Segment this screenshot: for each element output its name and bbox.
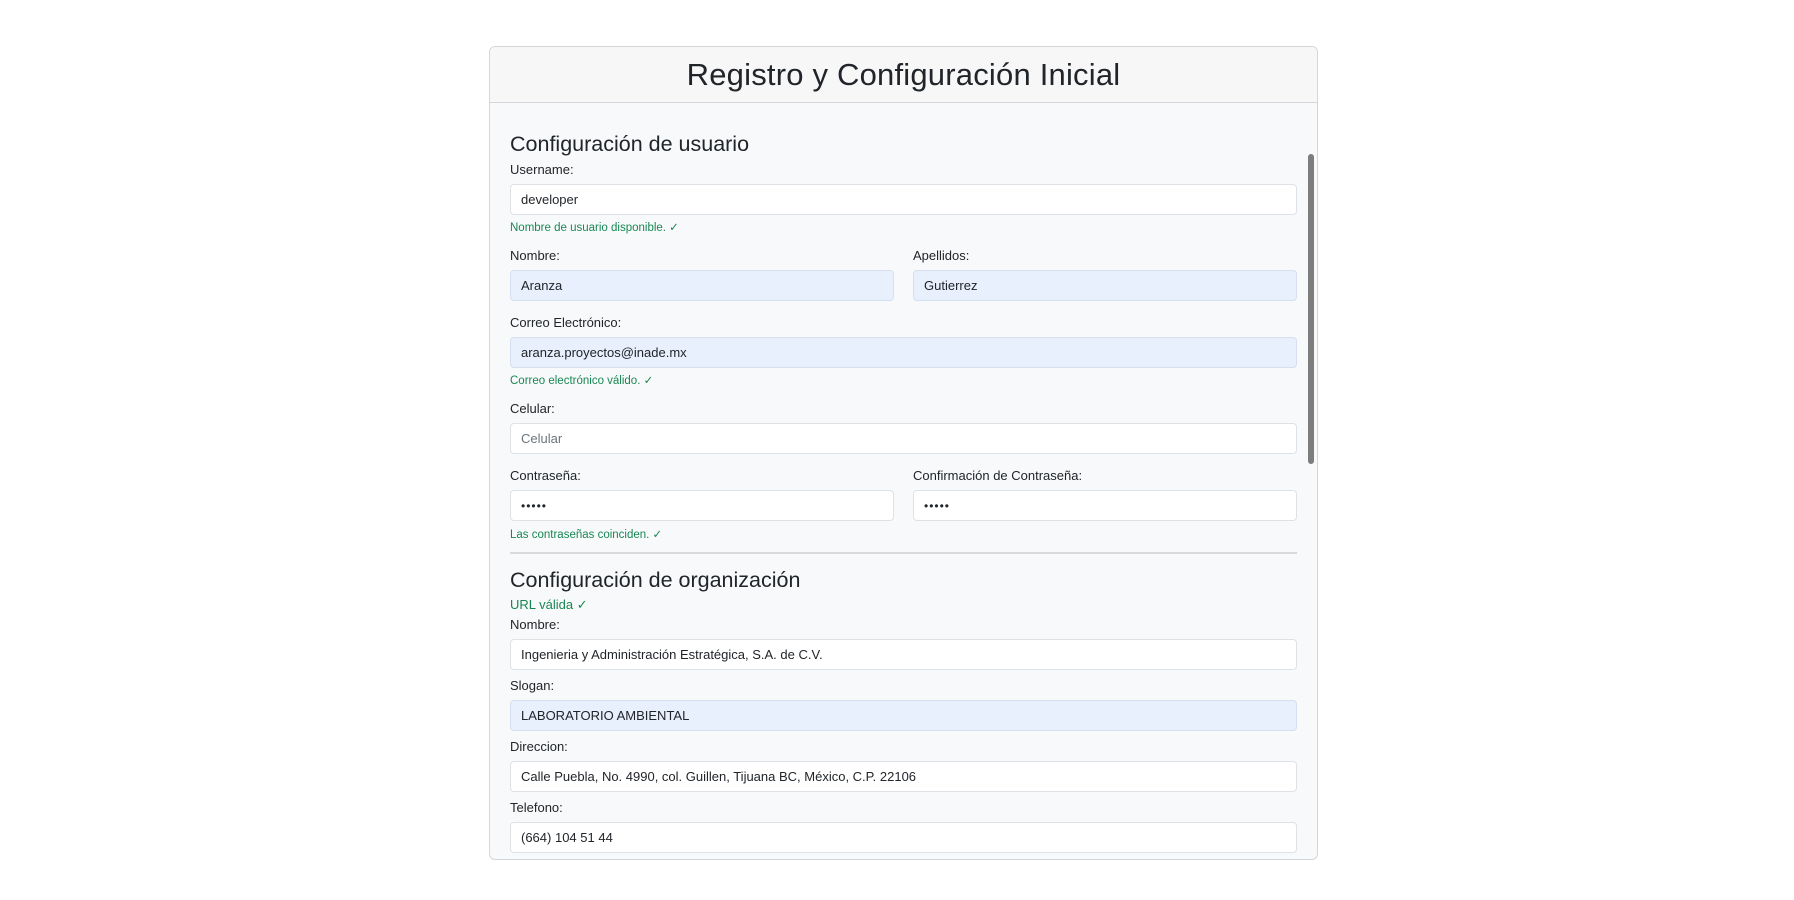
username-input[interactable]: developer — [510, 184, 1297, 215]
password-confirm-label: Confirmación de Contraseña: — [913, 468, 1083, 483]
user-section-title: Configuración de usuario — [510, 132, 750, 156]
password-feedback: Las contraseñas coinciden. ✓ — [510, 529, 663, 541]
last-name-input[interactable]: Gutierrez — [913, 270, 1297, 301]
slogan-label: Slogan: — [510, 678, 555, 693]
username-label: Username: — [510, 162, 574, 177]
password-label: Contraseña: — [510, 468, 581, 483]
phone-input[interactable]: Celular — [510, 423, 1297, 454]
first-name-label: Nombre: — [510, 248, 560, 263]
org-name-input[interactable]: Ingenieria y Administración Estratégica,… — [510, 639, 1297, 670]
page-title: Registro y Configuración Inicial — [686, 56, 1121, 92]
address-input[interactable]: Calle Puebla, No. 4990, col. Guillen, Ti… — [510, 761, 1297, 792]
email-input[interactable]: aranza.proyectos@inade.mx — [510, 337, 1297, 368]
scrollbar-thumb[interactable] — [1308, 154, 1314, 464]
registration-card: Registro y Configuración Inicial Configu… — [489, 46, 1318, 860]
telephone-input[interactable]: (664) 104 51 44 — [510, 822, 1297, 853]
telephone-label: Telefono: — [510, 800, 563, 815]
first-name-input[interactable]: Aranza — [510, 270, 894, 301]
url-feedback: URL válida ✓ — [510, 597, 588, 612]
email-label: Correo Electrónico: — [510, 315, 622, 330]
section-divider — [510, 552, 1297, 554]
password-input[interactable]: ••••• — [510, 490, 894, 521]
org-section-title: Configuración de organización — [510, 568, 801, 592]
email-feedback: Correo electrónico válido. ✓ — [510, 375, 654, 387]
username-feedback: Nombre de usuario disponible. ✓ — [510, 222, 679, 234]
slogan-input[interactable]: LABORATORIO AMBIENTAL — [510, 700, 1297, 731]
phone-label: Celular: — [510, 401, 555, 416]
password-confirm-input[interactable]: ••••• — [913, 490, 1297, 521]
last-name-label: Apellidos: — [913, 248, 970, 263]
org-name-label: Nombre: — [510, 617, 560, 632]
form-scroll-area[interactable]: Configuración de usuario Username: devel… — [490, 104, 1317, 859]
address-label: Direccion: — [510, 739, 568, 754]
card-header: Registro y Configuración Inicial — [490, 47, 1317, 103]
